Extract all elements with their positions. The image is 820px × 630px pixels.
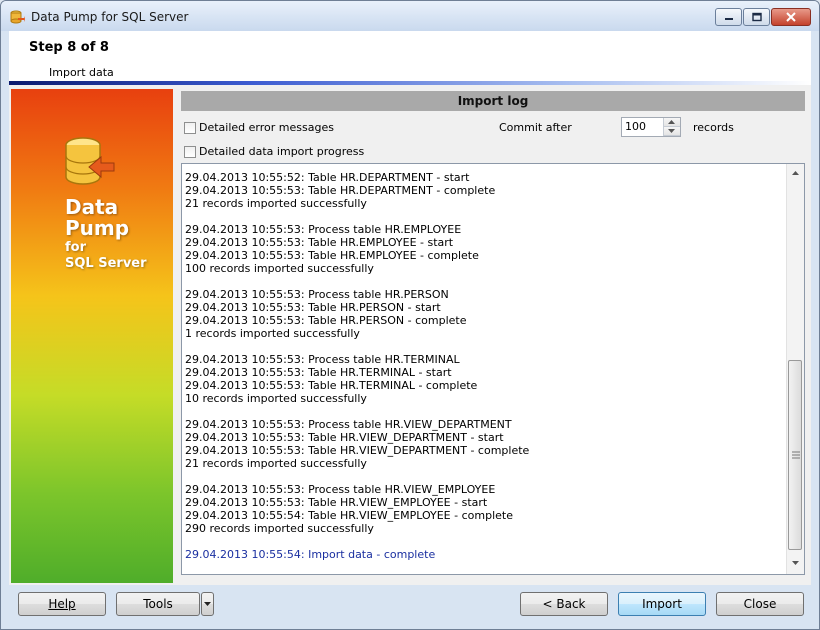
help-button-label: Help bbox=[48, 597, 76, 611]
commit-after-label: Commit after bbox=[499, 121, 572, 134]
scroll-down-icon[interactable] bbox=[787, 556, 804, 570]
detailed-progress-checkbox[interactable] bbox=[184, 146, 196, 158]
minimize-icon bbox=[724, 18, 733, 20]
log-blank-line bbox=[185, 275, 529, 288]
log-blank-line bbox=[185, 535, 529, 548]
brand-line-4: SQL Server bbox=[65, 255, 147, 271]
log-line: 21 records imported successfully bbox=[185, 197, 367, 210]
close-button[interactable]: Close bbox=[716, 592, 804, 616]
brand-text: Data Pump for SQL Server bbox=[65, 197, 147, 270]
step-subtitle: Import data bbox=[49, 66, 114, 79]
log-line: 21 records imported successfully bbox=[185, 457, 367, 470]
title-bar[interactable]: Data Pump for SQL Server bbox=[1, 1, 819, 31]
log-blank-line bbox=[185, 340, 529, 353]
scroll-up-icon[interactable] bbox=[787, 166, 804, 180]
log-line: 29.04.2013 10:55:53: Process table HR.TE… bbox=[185, 353, 460, 366]
log-line: 29.04.2013 10:55:54: Table HR.VIEW_EMPLO… bbox=[185, 509, 513, 522]
scrollbar-thumb[interactable] bbox=[788, 360, 802, 550]
log-line: 290 records imported successfully bbox=[185, 522, 374, 535]
side-banner: Data Pump for SQL Server bbox=[11, 89, 173, 583]
log-scrollbar[interactable] bbox=[786, 164, 804, 574]
log-blank-line bbox=[185, 210, 529, 223]
maximize-icon bbox=[751, 12, 762, 22]
maximize-button[interactable] bbox=[743, 8, 770, 26]
wizard-footer: Help Tools < Back Import Close bbox=[1, 585, 819, 629]
back-button-label: < Back bbox=[542, 597, 586, 611]
log-line: 29.04.2013 10:55:53: Process table HR.VI… bbox=[185, 418, 512, 431]
detailed-errors-checkbox[interactable] bbox=[184, 122, 196, 134]
log-line: 29.04.2013 10:55:53: Process table HR.PE… bbox=[185, 288, 449, 301]
brand-line-3: for bbox=[65, 240, 86, 255]
log-line: 1 records imported successfully bbox=[185, 327, 360, 340]
log-line: 29.04.2013 10:55:53: Process table HR.VI… bbox=[185, 483, 496, 496]
scrollbar-grip-icon bbox=[792, 451, 800, 459]
log-lines: 29.04.2013 10:55:52: Table HR.DEPARTMENT… bbox=[185, 171, 529, 561]
log-line: 29.04.2013 10:55:53: Table HR.EMPLOYEE -… bbox=[185, 236, 454, 249]
tools-button-label: Tools bbox=[143, 597, 173, 611]
wizard-body: Data Pump for SQL Server Import log Deta… bbox=[9, 85, 811, 585]
step-title: Step 8 of 8 bbox=[29, 40, 109, 55]
app-window: Data Pump for SQL Server Step 8 of 8 Imp… bbox=[0, 0, 820, 630]
log-line: 29.04.2013 10:55:53: Table HR.PERSON - c… bbox=[185, 314, 467, 327]
log-blank-line bbox=[185, 405, 529, 418]
close-icon bbox=[786, 12, 796, 22]
brand-line-1: Data bbox=[65, 195, 119, 219]
detailed-progress-label[interactable]: Detailed data import progress bbox=[199, 145, 364, 158]
log-line: 29.04.2013 10:55:53: Table HR.VIEW_DEPAR… bbox=[185, 431, 504, 444]
log-line: 29.04.2013 10:55:53: Table HR.VIEW_EMPLO… bbox=[185, 496, 488, 509]
spin-up-icon bbox=[668, 120, 675, 124]
log-line: 29.04.2013 10:55:53: Table HR.DEPARTMENT… bbox=[185, 184, 496, 197]
import-log-textarea[interactable]: 29.04.2013 10:55:52: Table HR.DEPARTMENT… bbox=[181, 163, 805, 575]
brand-line-2: Pump bbox=[65, 216, 130, 240]
spin-down-icon bbox=[668, 129, 675, 133]
close-button-label: Close bbox=[743, 597, 777, 611]
log-line: 29.04.2013 10:55:53: Table HR.TERMINAL -… bbox=[185, 379, 478, 392]
log-line: 29.04.2013 10:55:53: Table HR.VIEW_DEPAR… bbox=[185, 444, 530, 457]
spin-up-button[interactable] bbox=[664, 118, 680, 127]
help-button[interactable]: Help bbox=[18, 592, 106, 616]
window-title: Data Pump for SQL Server bbox=[31, 10, 189, 24]
tools-dropdown-button[interactable] bbox=[201, 592, 214, 616]
log-line: 10 records imported successfully bbox=[185, 392, 367, 405]
import-log-header: Import log bbox=[181, 91, 805, 111]
minimize-button[interactable] bbox=[715, 8, 742, 26]
log-line: 29.04.2013 10:55:54: Import data - compl… bbox=[185, 548, 436, 561]
commit-after-spinner[interactable]: 100 bbox=[621, 117, 681, 137]
window-close-button[interactable] bbox=[771, 8, 811, 26]
wizard-header: Step 8 of 8 Import data bbox=[9, 31, 811, 83]
detailed-errors-label[interactable]: Detailed error messages bbox=[199, 121, 334, 134]
log-blank-line bbox=[185, 470, 529, 483]
spin-down-button[interactable] bbox=[664, 127, 680, 136]
database-logo-icon bbox=[65, 137, 115, 185]
back-button[interactable]: < Back bbox=[520, 592, 608, 616]
records-label: records bbox=[693, 121, 734, 134]
dropdown-arrow-icon bbox=[204, 602, 211, 606]
log-line: 29.04.2013 10:55:52: Table HR.DEPARTMENT… bbox=[185, 171, 470, 184]
app-icon bbox=[10, 10, 25, 24]
spinner-arrows bbox=[663, 118, 680, 136]
import-button[interactable]: Import bbox=[618, 592, 706, 616]
log-line: 29.04.2013 10:55:53: Table HR.EMPLOYEE -… bbox=[185, 249, 479, 262]
log-line: 100 records imported successfully bbox=[185, 262, 374, 275]
commit-after-value[interactable]: 100 bbox=[625, 120, 646, 133]
log-line: 29.04.2013 10:55:53: Table HR.TERMINAL -… bbox=[185, 366, 452, 379]
import-button-label: Import bbox=[642, 597, 682, 611]
tools-button[interactable]: Tools bbox=[116, 592, 200, 616]
log-line: 29.04.2013 10:55:53: Process table HR.EM… bbox=[185, 223, 462, 236]
log-line: 29.04.2013 10:55:53: Table HR.PERSON - s… bbox=[185, 301, 441, 314]
